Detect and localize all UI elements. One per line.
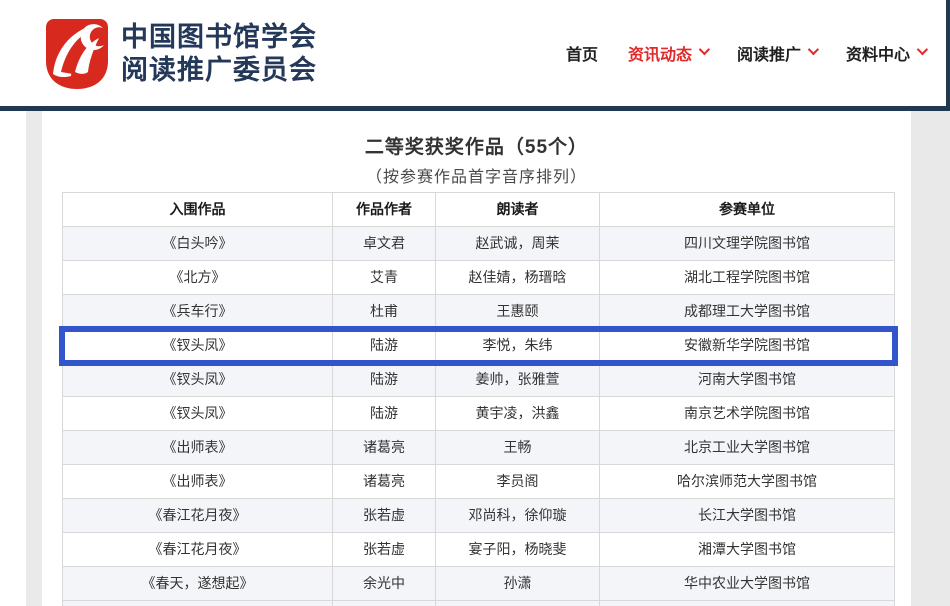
awards-table: 入围作品作品作者朗读者参赛单位 《白头吟》卓文君赵武诚，周茉四川文理学院图书馆《… [62,192,895,606]
table-cell: 诸葛亮 [333,465,436,499]
page-gutter-right [911,111,950,606]
nav-label: 资讯动态 [628,41,692,65]
nav-item-reading-promotion[interactable]: 阅读推广 [737,41,816,65]
chevron-down-icon [808,44,819,55]
table-row: 《春天，遂想起》余光中孙潇华中农业大学图书馆 [63,567,894,601]
table-cell: 艾青 [333,261,436,295]
page: 中国图书馆学会 阅读推广委员会 首页 资讯动态 阅读推广 资料中心 [0,0,950,606]
section-title: 二等奖获奖作品（55个） [42,132,911,159]
table-cell: 湘潭大学图书馆 [600,533,894,567]
table-row [63,601,894,606]
nav-label: 阅读推广 [737,41,801,65]
table-cell: 《出师表》 [63,431,333,465]
table-cell: 王畅 [436,431,600,465]
table-cell: 《春江花月夜》 [63,499,333,533]
table-cell: 安徽新华学院图书馆 [600,329,894,363]
chevron-down-icon [699,44,710,55]
site-title-line2: 阅读推广委员会 [121,54,317,87]
table-cell: 赵武诚，周茉 [436,227,600,261]
table-cell: 李员阁 [436,465,600,499]
table-header-row: 入围作品作品作者朗读者参赛单位 [63,193,894,227]
table-cell [436,601,600,606]
table-row: 《兵车行》杜甫王惠颐成都理工大学图书馆 [63,295,894,329]
nav-item-home[interactable]: 首页 [566,41,598,65]
table-cell: 成都理工大学图书馆 [600,295,894,329]
table-row: 《钗头凤》陆游黄宇凌，洪鑫南京艺术学院图书馆 [63,397,894,431]
table-cell: 黄宇凌，洪鑫 [436,397,600,431]
table-cell: 湖北工程学院图书馆 [600,261,894,295]
table-cell: 卓文君 [333,227,436,261]
section-subtitle: （按参赛作品首字音序排列） [42,163,911,187]
table-cell [63,601,333,606]
nav-label: 首页 [566,41,598,65]
table-cell: 孙潇 [436,567,600,601]
library-logo-icon [45,18,109,90]
nav-item-news[interactable]: 资讯动态 [628,41,707,65]
table-cell: 诸葛亮 [333,431,436,465]
table-cell: 杜甫 [333,295,436,329]
table-cell: 北京工业大学图书馆 [600,431,894,465]
table-cell: 张若虚 [333,533,436,567]
table-cell: 《春天，遂想起》 [63,567,333,601]
table-cell: 王惠颐 [436,295,600,329]
column-header: 参赛单位 [600,193,894,227]
table-cell: 《出师表》 [63,465,333,499]
table-cell: 赵佳婧，杨瑨晗 [436,261,600,295]
table-row: 《钗头凤》陆游姜帅，张雅萱河南大学图书馆 [63,363,894,397]
table-cell: 邓尚科，徐仰璇 [436,499,600,533]
table-cell: 《春江花月夜》 [63,533,333,567]
table-cell: 南京艺术学院图书馆 [600,397,894,431]
table-body: 《白头吟》卓文君赵武诚，周茉四川文理学院图书馆《北方》艾青赵佳婧，杨瑨晗湖北工程… [63,227,894,606]
column-header: 入围作品 [63,193,333,227]
site-title-line1: 中国图书馆学会 [121,21,317,54]
table-cell: 哈尔滨师范大学图书馆 [600,465,894,499]
table-cell: 李悦，朱纬 [436,329,600,363]
table-cell [333,601,436,606]
page-gutter-left [26,111,42,606]
table-row: 《北方》艾青赵佳婧，杨瑨晗湖北工程学院图书馆 [63,261,894,295]
table-cell: 《钗头凤》 [63,397,333,431]
chevron-down-icon [917,44,928,55]
table-cell: 余光中 [333,567,436,601]
table-cell: 陆游 [333,363,436,397]
site-header: 中国图书馆学会 阅读推广委员会 首页 资讯动态 阅读推广 资料中心 [0,0,946,106]
table-cell: 四川文理学院图书馆 [600,227,894,261]
table-cell: 姜帅，张雅萱 [436,363,600,397]
table-cell: 《钗头凤》 [63,363,333,397]
table-cell: 陆游 [333,329,436,363]
table-cell: 《白头吟》 [63,227,333,261]
header-edge-strip [946,0,950,111]
table-cell [600,601,894,606]
table-cell: 陆游 [333,397,436,431]
table-row: 《出师表》诸葛亮李员阁哈尔滨师范大学图书馆 [63,465,894,499]
nav-item-resource-center[interactable]: 资料中心 [846,41,925,65]
table-row: 《白头吟》卓文君赵武诚，周茉四川文理学院图书馆 [63,227,894,261]
table-cell: 《北方》 [63,261,333,295]
main-nav: 首页 资讯动态 阅读推广 资料中心 [566,0,925,106]
table-cell: 张若虚 [333,499,436,533]
article-content: 二等奖获奖作品（55个） （按参赛作品首字音序排列） 入围作品作品作者朗读者参赛… [42,111,911,606]
table-row: 《钗头凤》陆游李悦，朱纬安徽新华学院图书馆 [63,329,894,363]
table-cell: 《钗头凤》 [63,329,333,363]
table-cell: 长江大学图书馆 [600,499,894,533]
table-cell: 河南大学图书馆 [600,363,894,397]
column-header: 朗读者 [436,193,600,227]
table-row: 《春江花月夜》张若虚宴子阳，杨晓斐湘潭大学图书馆 [63,533,894,567]
nav-label: 资料中心 [846,41,910,65]
column-header: 作品作者 [333,193,436,227]
site-logo[interactable]: 中国图书馆学会 阅读推广委员会 [45,18,317,90]
table-row: 《春江花月夜》张若虚邓尚科，徐仰璇长江大学图书馆 [63,499,894,533]
table-cell: 华中农业大学图书馆 [600,567,894,601]
table-row: 《出师表》诸葛亮王畅北京工业大学图书馆 [63,431,894,465]
site-title: 中国图书馆学会 阅读推广委员会 [121,21,317,87]
table-cell: 《兵车行》 [63,295,333,329]
table-cell: 宴子阳，杨晓斐 [436,533,600,567]
